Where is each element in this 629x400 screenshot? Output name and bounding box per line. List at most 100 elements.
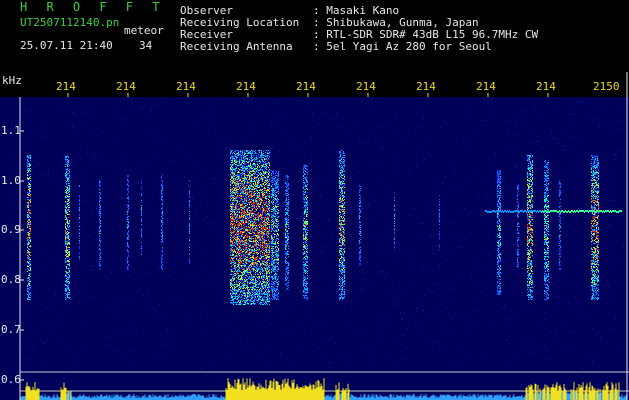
echo-pixel — [243, 265, 244, 266]
noise-speck — [460, 246, 461, 247]
echo-pixel — [127, 260, 128, 261]
echo-pixel — [30, 268, 31, 269]
noise-speck — [454, 302, 455, 303]
echo-pixel — [99, 212, 100, 213]
echo-pixel — [248, 230, 249, 231]
noise-speck — [22, 206, 23, 207]
noise-speck — [48, 170, 49, 171]
echo-pixel — [28, 211, 29, 212]
echo-pixel — [267, 269, 268, 270]
echo-pixel — [27, 258, 28, 259]
echo-pixel — [27, 250, 28, 251]
noise-speck — [541, 233, 542, 234]
echo-pixel — [258, 192, 259, 193]
noise-speck — [71, 105, 72, 106]
echo-pixel — [255, 259, 256, 260]
echo-pixel — [100, 188, 101, 189]
echo-pixel — [244, 245, 245, 246]
echo-pixel — [68, 217, 69, 218]
echo-pixel — [100, 231, 101, 232]
echo-pixel — [69, 239, 70, 240]
noise-speck — [167, 137, 168, 138]
echo-pixel — [265, 268, 266, 269]
echo-pixel — [29, 157, 30, 158]
noise-speck — [46, 321, 47, 322]
echo-pixel — [27, 287, 28, 288]
echo-pixel — [250, 217, 251, 218]
echo-pixel — [269, 270, 270, 271]
noise-speck — [200, 314, 201, 315]
noise-speck — [465, 145, 466, 146]
echo-pixel — [162, 238, 163, 239]
noise-speck — [539, 182, 540, 183]
noise-speck — [283, 206, 284, 207]
echo-pixel — [68, 252, 69, 253]
echo-pixel — [127, 188, 128, 189]
echo-pixel — [28, 282, 29, 283]
noise-speck — [474, 303, 475, 304]
noise-speck — [167, 329, 168, 330]
echo-pixel — [233, 255, 234, 256]
echo-pixel — [230, 170, 231, 171]
noise-speck — [568, 224, 569, 225]
noise-speck — [504, 245, 505, 246]
echo-pixel — [261, 303, 262, 304]
echo-pixel — [68, 283, 69, 284]
echo-pixel — [246, 194, 247, 195]
echo-pixel — [262, 256, 263, 257]
echo-pixel — [255, 188, 256, 189]
echo-pixel — [260, 238, 261, 239]
noise-speck — [111, 160, 112, 161]
echo-pixel — [261, 184, 262, 185]
echo-pixel — [28, 263, 29, 264]
noise-speck — [454, 364, 455, 365]
echo-pixel — [262, 215, 263, 216]
echo-pixel — [264, 158, 265, 159]
echo-pixel — [232, 208, 233, 209]
echo-pixel — [254, 181, 255, 182]
echo-pixel — [250, 258, 251, 259]
echo-pixel — [141, 193, 142, 194]
echo-pixel — [266, 292, 267, 293]
echo-pixel — [189, 217, 190, 218]
noise-speck — [534, 109, 535, 110]
echo-pixel — [189, 211, 190, 212]
echo-pixel — [29, 165, 30, 166]
echo-pixel — [68, 185, 69, 186]
echo-pixel — [127, 233, 128, 234]
echo-pixel — [252, 255, 253, 256]
echo-pixel — [248, 202, 249, 203]
echo-pixel — [252, 181, 253, 182]
echo-pixel — [268, 271, 269, 272]
echo-pixel — [27, 253, 28, 254]
echo-pixel — [260, 233, 261, 234]
echo-pixel — [234, 250, 235, 251]
echo-pixel — [161, 184, 162, 185]
echo-pixel — [99, 238, 100, 239]
noise-speck — [58, 245, 59, 246]
echo-pixel — [251, 186, 252, 187]
noise-speck — [601, 337, 602, 338]
echo-pixel — [68, 249, 69, 250]
echo-pixel — [256, 239, 257, 240]
echo-pixel — [245, 270, 246, 271]
echo-pixel — [65, 293, 66, 294]
echo-pixel — [259, 207, 260, 208]
echo-pixel — [30, 186, 31, 187]
echo-pixel — [66, 233, 67, 234]
echo-pixel — [258, 215, 259, 216]
echo-pixel — [233, 232, 234, 233]
noise-speck — [83, 241, 84, 242]
noise-speck — [551, 131, 552, 132]
noise-speck — [351, 209, 352, 210]
echo-pixel — [237, 241, 238, 242]
noise-speck — [512, 259, 513, 260]
echo-pixel — [253, 241, 254, 242]
echo-pixel — [254, 259, 255, 260]
echo-pixel — [251, 193, 252, 194]
echo-pixel — [79, 197, 80, 198]
echo-pixel — [79, 206, 80, 207]
noise-speck — [353, 211, 354, 212]
echo-pixel — [27, 197, 28, 198]
echo-pixel — [27, 202, 28, 203]
